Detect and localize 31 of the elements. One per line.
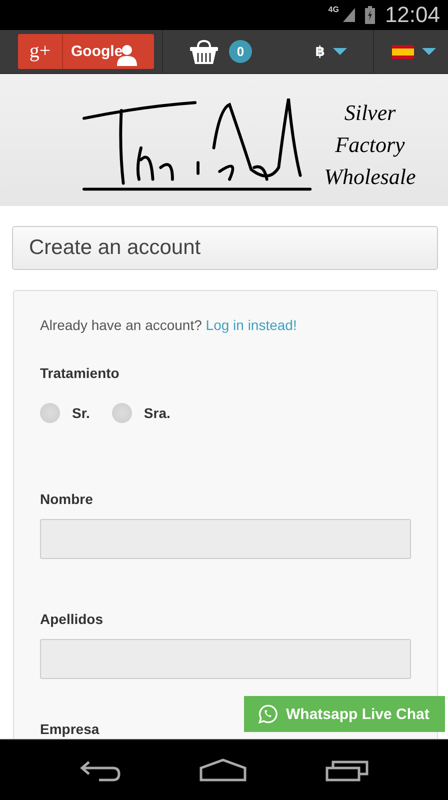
tagline-text: Factory [335, 131, 405, 159]
field-label: Nombre [40, 491, 94, 507]
login-prompt: Already have an account? Log in instead! [40, 317, 298, 333]
radio-button[interactable] [112, 403, 132, 423]
recent-apps-icon[interactable] [325, 758, 369, 782]
battery-icon [364, 6, 375, 24]
signal-icon [342, 8, 355, 22]
google-sign-in-button[interactable]: g+ Google [18, 34, 154, 69]
basket-icon[interactable] [189, 38, 219, 64]
input-field[interactable] [40, 519, 411, 559]
cart-count-badge: 0 [229, 40, 252, 63]
language-dropdown[interactable] [392, 44, 436, 58]
back-icon[interactable] [79, 758, 121, 782]
network-label: 4G [328, 5, 339, 14]
currency-dropdown[interactable]: ฿ [315, 44, 347, 60]
field-label: Apellidos [40, 611, 104, 627]
page-title: Create an account [12, 226, 438, 270]
tagline-text: Silver [344, 99, 396, 127]
clock: 12:04 [384, 2, 440, 28]
field-label: Tratamiento [40, 365, 120, 381]
radio-label: Sra. [144, 405, 170, 421]
radio-label: Sr. [72, 405, 90, 421]
flag-icon [392, 44, 414, 58]
login-link[interactable]: Log in instead! [206, 317, 297, 333]
radio-button[interactable] [40, 403, 60, 423]
field-label: Empresa [40, 721, 100, 737]
input-field[interactable] [40, 639, 411, 679]
chat-bubble-icon [258, 704, 278, 724]
tagline-text: Wholesale [324, 163, 416, 191]
whatsapp-chat-button[interactable]: Whatsapp Live Chat [244, 696, 445, 732]
home-icon[interactable] [199, 758, 247, 782]
